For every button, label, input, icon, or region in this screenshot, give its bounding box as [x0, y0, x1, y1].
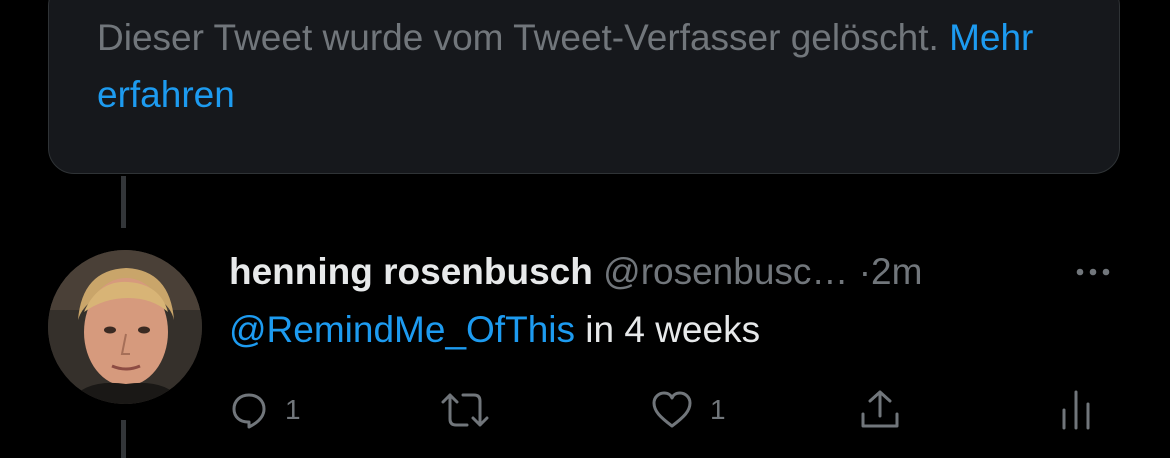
tweet-text: @RemindMe_OfThis in 4 weeks [229, 306, 760, 354]
header-separator: · [858, 251, 872, 292]
deleted-tweet-text: Dieser Tweet wurde vom Tweet-Verfasser g… [97, 17, 939, 58]
like-button[interactable]: 1 [650, 386, 726, 434]
share-button[interactable] [858, 386, 902, 434]
reply-button[interactable]: 1 [229, 386, 301, 434]
thread-line-bottom [121, 420, 126, 458]
analytics-button[interactable] [1059, 386, 1093, 434]
reply-count: 1 [285, 394, 301, 425]
author-handle[interactable]: @rosenbusc… [603, 251, 848, 292]
tweet-body: in 4 weeks [585, 309, 761, 350]
retweet-icon [437, 390, 493, 430]
mention-link[interactable]: @RemindMe_OfThis [229, 309, 575, 350]
thread-line-top [121, 176, 126, 228]
tweet-header: henning rosenbusch @rosenbusc… ·2m [229, 249, 922, 295]
tweet-timestamp[interactable]: 2m [871, 251, 922, 292]
retweet-button[interactable] [437, 386, 509, 434]
deleted-tweet-notice: Dieser Tweet wurde vom Tweet-Verfasser g… [97, 9, 1077, 123]
share-icon [858, 388, 902, 432]
like-count: 1 [710, 394, 726, 425]
like-icon [650, 390, 694, 430]
author-name[interactable]: henning rosenbusch [229, 251, 593, 292]
deleted-tweet-card: Dieser Tweet wurde vom Tweet-Verfasser g… [48, 0, 1120, 174]
avatar[interactable] [48, 250, 202, 404]
more-icon[interactable] [1068, 258, 1118, 288]
analytics-icon [1059, 388, 1093, 432]
reply-icon [229, 390, 269, 430]
